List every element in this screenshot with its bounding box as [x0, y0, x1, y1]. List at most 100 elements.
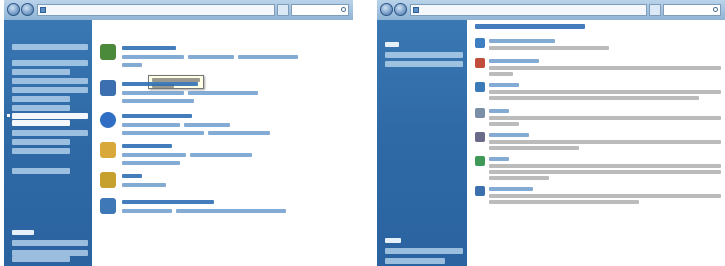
address-dropdown-button[interactable]: [277, 4, 289, 16]
category-title-taskbar[interactable]: [122, 82, 198, 86]
search-input[interactable]: [663, 4, 721, 16]
see-also-ease-of-access[interactable]: [385, 258, 445, 264]
back-button[interactable]: [7, 3, 20, 16]
item-title-desktop-background[interactable]: [489, 59, 539, 63]
right-main-content: [467, 20, 725, 266]
item-desc-screen-saver-2: [489, 96, 699, 100]
sidebar-link-ease-of-access[interactable]: [12, 139, 70, 145]
sidebar-link-programs[interactable]: [12, 96, 70, 102]
category-title-personalization[interactable]: [122, 46, 176, 50]
desktop-background-icon[interactable]: [475, 58, 485, 68]
search-icon[interactable]: [713, 7, 718, 12]
category-title-fonts[interactable]: [122, 174, 142, 178]
link-accommodate-low-vision[interactable]: [122, 123, 180, 127]
right-sidebar: [377, 20, 467, 266]
link-add-gadgets[interactable]: [122, 209, 172, 213]
left-titlebar: [4, 0, 353, 20]
personalization-icon[interactable]: [100, 44, 116, 60]
link-change-theme[interactable]: [122, 63, 142, 67]
fonts-icon[interactable]: [100, 172, 116, 188]
item-desc-mouse-pointers-2: [489, 146, 579, 150]
see-also-taskbar[interactable]: [385, 248, 463, 254]
address-bar[interactable]: [37, 4, 275, 16]
sidebar-link-user-accounts[interactable]: [12, 105, 70, 111]
link-install-remove-font[interactable]: [122, 183, 166, 187]
item-desc-theme: [489, 164, 721, 168]
link-show-hidden-files[interactable]: [122, 161, 180, 165]
item-desc-sounds-2: [489, 122, 519, 126]
sidebar-link-classic-view[interactable]: [12, 168, 70, 174]
link-use-classic-folders[interactable]: [190, 153, 252, 157]
theme-icon[interactable]: [475, 156, 485, 166]
display-settings-icon[interactable]: [475, 186, 485, 196]
taskbar-icon[interactable]: [100, 80, 116, 96]
item-desc-desktop-background-2: [489, 72, 513, 76]
link-customize-taskbar-icons[interactable]: [188, 91, 258, 95]
sidebar-properties-icon[interactable]: [100, 198, 116, 214]
item-desc-display-settings: [489, 194, 721, 198]
link-change-start-picture[interactable]: [122, 99, 194, 103]
item-desc-mouse-pointers: [489, 140, 721, 144]
search-input[interactable]: [291, 4, 349, 16]
category-title-ease-of-access[interactable]: [122, 114, 192, 118]
item-title-window-color[interactable]: [489, 39, 555, 43]
task-change-desktop-icons[interactable]: [385, 52, 463, 58]
category-title-sidebar-properties[interactable]: [122, 200, 214, 204]
link-customize-colors[interactable]: [188, 55, 234, 59]
link-change-background[interactable]: [122, 55, 184, 59]
sidebar-link-security[interactable]: [12, 69, 70, 75]
control-panel-icon: [40, 7, 46, 13]
see-also-heading: [385, 238, 401, 243]
sidebar-link-personalization[interactable]: [12, 120, 70, 126]
personalization-window: [377, 0, 725, 266]
item-title-display-settings[interactable]: [489, 187, 533, 191]
sidebar-link-clock-language[interactable]: [12, 130, 88, 136]
recent-task-1[interactable]: [12, 240, 88, 246]
item-title-screen-saver[interactable]: [489, 83, 519, 87]
sidebar-link-appearance[interactable]: [12, 113, 88, 119]
control-panel-icon: [413, 7, 419, 13]
link-customize-start-menu[interactable]: [122, 91, 184, 95]
item-desc-theme-3: [489, 176, 549, 180]
page-title: [475, 24, 585, 29]
recent-tasks-heading: [12, 230, 34, 235]
address-dropdown-button[interactable]: [649, 4, 661, 16]
window-color-icon[interactable]: [475, 38, 485, 48]
sounds-icon[interactable]: [475, 108, 485, 118]
forward-button[interactable]: [21, 3, 34, 16]
task-adjust-font-size[interactable]: [385, 61, 463, 67]
ease-of-access-icon[interactable]: [100, 112, 116, 128]
sidebar-link-system[interactable]: [12, 60, 88, 66]
recent-task-2-cont[interactable]: [12, 256, 70, 262]
sidebar-link-control-panel-home[interactable]: [12, 44, 88, 50]
forward-button[interactable]: [394, 3, 407, 16]
link-underline-shortcuts[interactable]: [122, 131, 204, 135]
link-sidebar-on-top[interactable]: [176, 209, 286, 213]
link-change-screen-reader[interactable]: [184, 123, 230, 127]
item-title-sounds[interactable]: [489, 109, 509, 113]
left-main-content: [92, 20, 353, 266]
sidebar-link-additional-options[interactable]: [12, 148, 70, 154]
current-location-marker: [7, 114, 10, 117]
tasks-heading: [385, 42, 399, 47]
item-title-mouse-pointers[interactable]: [489, 133, 529, 137]
link-single-double-click[interactable]: [122, 153, 186, 157]
item-title-theme[interactable]: [489, 157, 509, 161]
address-bar[interactable]: [410, 4, 647, 16]
right-titlebar: [377, 0, 725, 20]
mouse-pointers-icon[interactable]: [475, 132, 485, 142]
item-desc-sounds: [489, 116, 721, 120]
category-title-folder-options[interactable]: [122, 144, 172, 148]
sidebar-link-hardware[interactable]: [12, 87, 88, 93]
search-icon[interactable]: [341, 7, 346, 12]
control-panel-window: [4, 0, 353, 266]
left-sidebar: [4, 20, 92, 266]
back-button[interactable]: [380, 3, 393, 16]
screen-saver-icon[interactable]: [475, 82, 485, 92]
link-high-contrast[interactable]: [208, 131, 270, 135]
item-desc-theme-2: [489, 170, 721, 174]
folder-options-icon[interactable]: [100, 142, 116, 158]
sidebar-link-network[interactable]: [12, 78, 88, 84]
link-adjust-resolution[interactable]: [238, 55, 298, 59]
item-desc-desktop-background: [489, 66, 721, 70]
